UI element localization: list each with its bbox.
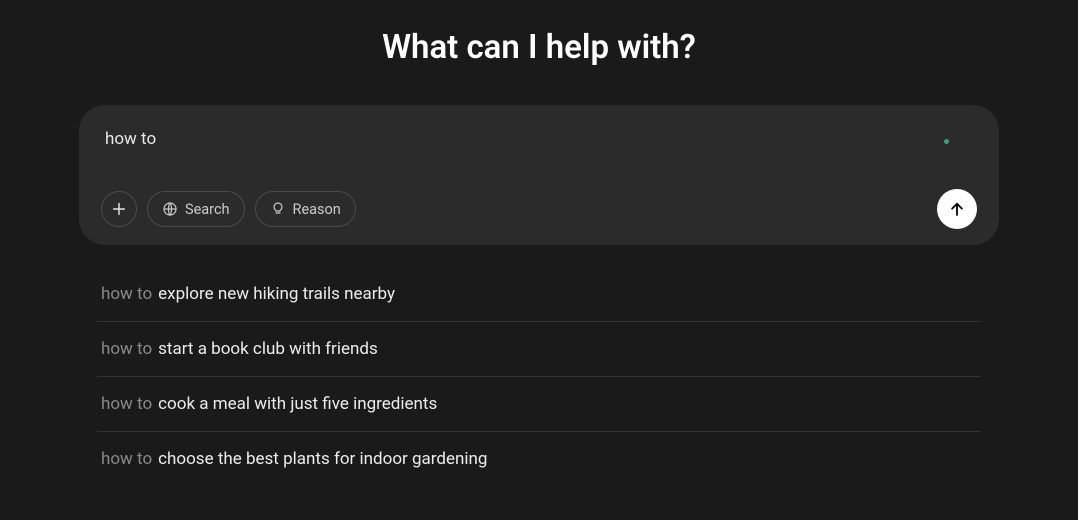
send-button[interactable] xyxy=(937,189,977,229)
suggestion-item[interactable]: how to explore new hiking trails nearby xyxy=(97,267,981,322)
suggestion-prefix: how to xyxy=(101,449,152,469)
globe-icon xyxy=(162,201,178,217)
suggestion-item[interactable]: how to start a book club with friends xyxy=(97,322,981,377)
suggestion-text: choose the best plants for indoor garden… xyxy=(158,449,487,469)
status-indicator-dot xyxy=(944,139,949,144)
controls-row: Search Reason xyxy=(101,189,977,229)
suggestion-item[interactable]: how to choose the best plants for indoor… xyxy=(97,432,981,486)
suggestion-text: explore new hiking trails nearby xyxy=(158,284,395,304)
input-row xyxy=(101,123,977,157)
reason-mode-label: Reason xyxy=(293,201,341,218)
plus-icon xyxy=(111,201,127,217)
suggestion-prefix: how to xyxy=(101,339,152,359)
controls-left: Search Reason xyxy=(101,191,356,227)
add-attachment-button[interactable] xyxy=(101,191,137,227)
arrow-up-icon xyxy=(948,200,966,218)
suggestion-item[interactable]: how to cook a meal with just five ingred… xyxy=(97,377,981,432)
input-card: Search Reason xyxy=(79,105,999,245)
query-input[interactable] xyxy=(101,123,944,157)
search-mode-button[interactable]: Search xyxy=(147,191,245,227)
search-mode-label: Search xyxy=(185,201,230,218)
suggestion-text: start a book club with friends xyxy=(158,339,378,359)
suggestions-list: how to explore new hiking trails nearby … xyxy=(79,267,999,486)
suggestion-text: cook a meal with just five ingredients xyxy=(158,394,437,414)
lightbulb-icon xyxy=(270,201,286,217)
suggestion-prefix: how to xyxy=(101,284,152,304)
suggestion-prefix: how to xyxy=(101,394,152,414)
page-title: What can I help with? xyxy=(79,28,999,67)
reason-mode-button[interactable]: Reason xyxy=(255,191,356,227)
main-container: What can I help with? xyxy=(79,0,999,486)
